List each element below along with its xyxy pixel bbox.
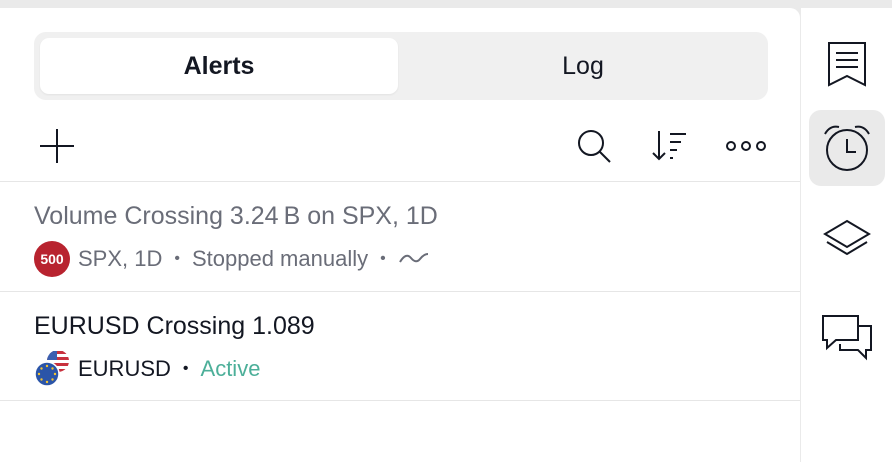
currency-pair-flags-icon — [34, 350, 72, 387]
separator-dot: • — [380, 250, 386, 267]
alert-title: Volume Crossing 3.24 B on SPX, 1D — [34, 202, 438, 230]
tab-alerts[interactable]: Alerts — [40, 38, 398, 94]
layers-icon — [823, 219, 871, 256]
alert-symbol: EURUSD — [78, 356, 171, 381]
alert-status: Stopped manually — [191, 246, 369, 271]
alert-item[interactable]: Volume Crossing 3.24 B on SPX, 1D 500 SP… — [0, 181, 800, 291]
add-alert-button[interactable] — [33, 122, 81, 170]
more-options-button[interactable] — [722, 122, 770, 170]
alert-item[interactable]: EURUSD Crossing 1.089 EURUSD • Active — [0, 291, 800, 401]
alerts-button[interactable] — [809, 110, 885, 186]
search-icon — [578, 130, 611, 163]
alerts-toolbar — [0, 118, 800, 182]
watchlist-button[interactable] — [809, 26, 885, 102]
sort-icon — [652, 131, 686, 161]
tab-log[interactable]: Log — [404, 38, 762, 94]
alert-meta: EURUSD • Active — [34, 350, 261, 387]
layers-button[interactable] — [809, 202, 885, 278]
chat-button[interactable] — [809, 300, 885, 376]
plus-icon — [40, 129, 74, 163]
list-divider — [0, 400, 800, 401]
alarm-clock-icon — [824, 125, 870, 171]
alert-status: Active — [200, 356, 261, 381]
alerts-panel: Alerts Log Volume Crossing 3.24 B on SPX… — [0, 8, 800, 462]
right-sidebar — [801, 8, 892, 462]
alerts-log-tabs: Alerts Log — [34, 32, 768, 100]
wave-icon — [398, 253, 428, 263]
search-button[interactable] — [570, 122, 618, 170]
sort-button[interactable] — [646, 122, 694, 170]
more-icon — [726, 141, 766, 151]
alert-title: EURUSD Crossing 1.089 — [34, 312, 315, 340]
chat-icon — [822, 315, 872, 361]
symbol-logo: 500 — [34, 241, 70, 277]
separator-dot: • — [182, 360, 189, 377]
alert-meta: 500 SPX, 1D • Stopped manually • — [34, 241, 430, 277]
separator-dot: • — [174, 250, 180, 267]
watchlist-icon — [828, 42, 866, 87]
alert-symbol: SPX, 1D — [78, 246, 163, 271]
